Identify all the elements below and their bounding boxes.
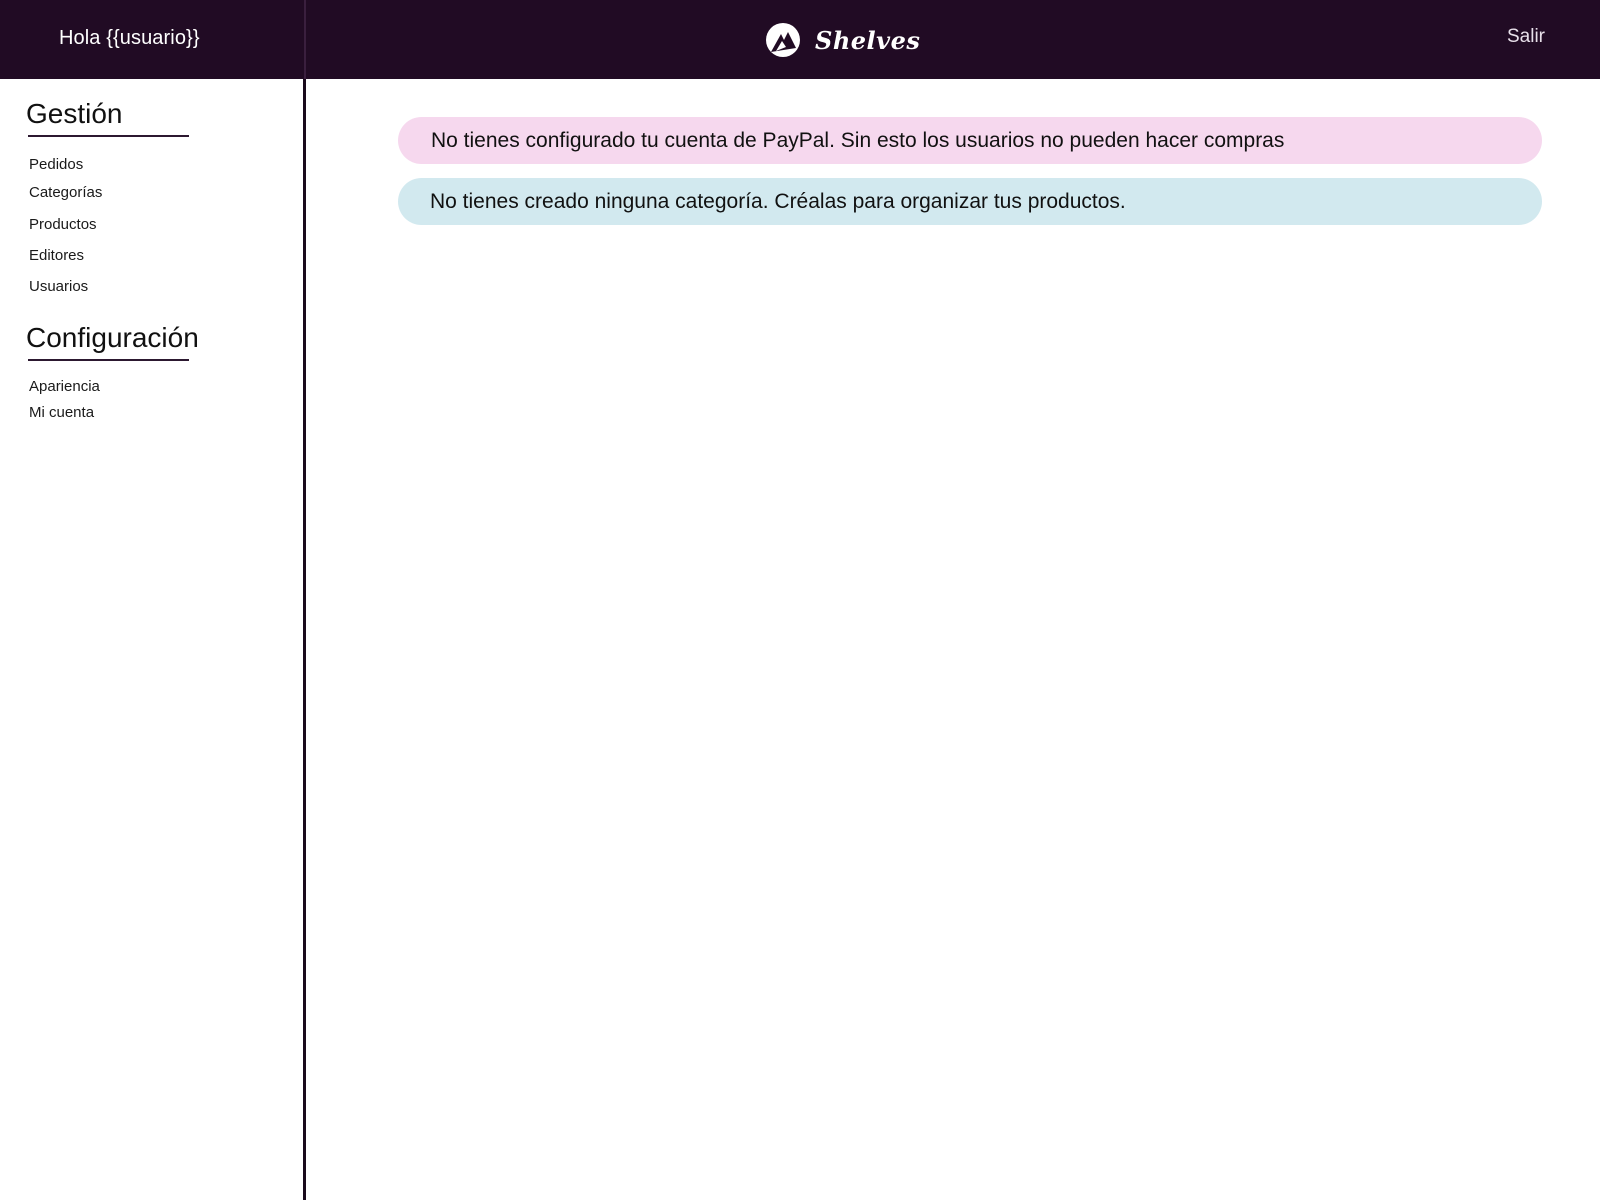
sidebar-item-categorias[interactable]: Categorías — [29, 184, 102, 201]
topbar-divider — [304, 0, 306, 79]
section-rule-gestion — [28, 135, 189, 137]
alert-paypal-text: No tienes configurado tu cuenta de PayPa… — [431, 128, 1285, 152]
shelves-logo-icon — [766, 23, 800, 57]
sidebar-item-pedidos[interactable]: Pedidos — [29, 156, 83, 173]
sidebar-item-usuarios[interactable]: Usuarios — [29, 278, 88, 295]
sidebar-border — [303, 79, 306, 1200]
logout-link[interactable]: Salir — [1507, 26, 1545, 48]
alert-categories-text: No tienes creado ninguna categoría. Créa… — [430, 189, 1126, 213]
top-bar: Hola {{usuario}} Shelves Salir — [0, 0, 1600, 79]
alert-paypal-warning: No tienes configurado tu cuenta de PayPa… — [398, 117, 1542, 164]
user-greeting: Hola {{usuario}} — [59, 27, 200, 49]
sidebar-item-editores[interactable]: Editores — [29, 247, 84, 264]
alert-categories-info: No tienes creado ninguna categoría. Créa… — [398, 178, 1542, 225]
brand-name: Shelves — [815, 25, 921, 55]
sidebar-item-apariencia[interactable]: Apariencia — [29, 378, 100, 395]
brand-logo[interactable]: Shelves — [765, 20, 920, 60]
sidebar-item-mi-cuenta[interactable]: Mi cuenta — [29, 404, 94, 421]
section-title-configuracion: Configuración — [26, 322, 199, 353]
section-title-gestion: Gestión — [26, 98, 123, 129]
section-rule-configuracion — [28, 359, 189, 361]
sidebar-item-productos[interactable]: Productos — [29, 216, 97, 233]
